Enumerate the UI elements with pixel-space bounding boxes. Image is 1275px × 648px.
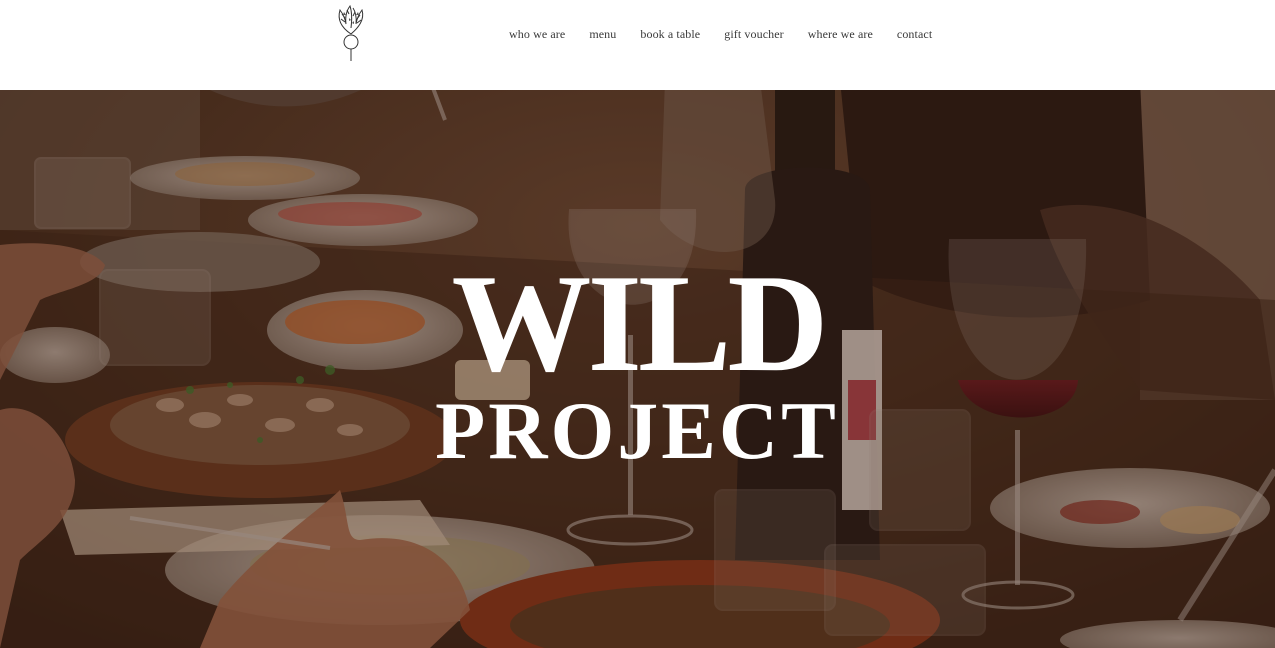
nav-item-menu[interactable]: menu xyxy=(577,27,628,42)
nav-item-gift-voucher[interactable]: gift voucher xyxy=(712,27,796,42)
nav-item-contact[interactable]: contact xyxy=(885,27,944,42)
hero-banner xyxy=(0,78,1275,648)
main-nav: who we are menu book a table gift vouche… xyxy=(497,24,944,44)
nav-item-who-we-are[interactable]: who we are xyxy=(497,27,577,42)
logo-link[interactable] xyxy=(332,4,370,62)
site-header: who we are menu book a table gift vouche… xyxy=(0,0,1275,90)
nav-item-book-a-table[interactable]: book a table xyxy=(628,27,712,42)
nav-item-where-we-are[interactable]: where we are xyxy=(796,27,885,42)
hero-background-image xyxy=(0,78,1275,648)
radish-logo-icon xyxy=(338,4,364,61)
